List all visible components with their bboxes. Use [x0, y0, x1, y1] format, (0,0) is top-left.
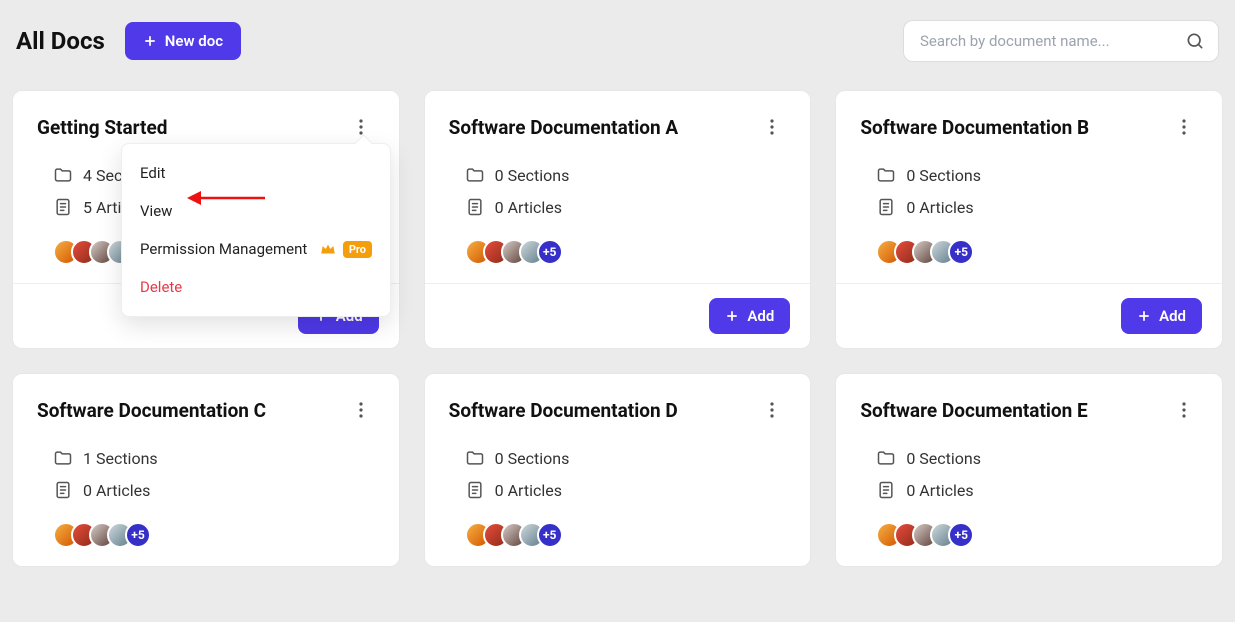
avatar-group: +5 [37, 522, 375, 548]
sections-label: 0 Sections [906, 166, 981, 185]
sections-stat: 0 Sections [876, 165, 1198, 185]
search-input[interactable] [903, 20, 1219, 62]
menu-label: View [140, 202, 172, 220]
document-icon [876, 197, 896, 217]
card-title: Software Documentation B [860, 116, 1089, 139]
folder-icon [465, 448, 485, 468]
card-menu-button[interactable] [1170, 396, 1198, 424]
avatar-more: +5 [537, 522, 563, 548]
search-container [903, 20, 1219, 62]
avatar-more: +5 [948, 239, 974, 265]
card-title: Getting Started [37, 116, 167, 139]
plus-icon [725, 309, 739, 323]
articles-label: 0 Articles [83, 481, 150, 500]
card-menu-button[interactable] [758, 113, 786, 141]
sections-label: 0 Sections [495, 166, 570, 185]
card-title: Software Documentation D [449, 399, 678, 422]
doc-card: Software Documentation B 0 Sections 0 Ar… [835, 90, 1223, 349]
articles-stat: 0 Articles [465, 197, 787, 217]
dots-vertical-icon [770, 402, 774, 418]
menu-item-view[interactable]: View [122, 192, 390, 230]
articles-stat: 0 Articles [876, 197, 1198, 217]
document-icon [465, 197, 485, 217]
document-icon [876, 480, 896, 500]
card-menu-button[interactable] [1170, 113, 1198, 141]
folder-icon [53, 165, 73, 185]
doc-card: Software Documentation C 1 Sections 0 Ar… [12, 373, 400, 567]
doc-card: Software Documentation D 0 Sections 0 Ar… [424, 373, 812, 567]
document-icon [53, 480, 73, 500]
menu-label: Permission Management [140, 240, 307, 258]
pro-badge: Pro [343, 241, 372, 258]
search-icon [1185, 31, 1205, 51]
articles-label: 0 Articles [495, 198, 562, 217]
card-dropdown: Edit View Permission Management Pro Dele… [121, 143, 391, 317]
document-icon [465, 480, 485, 500]
dots-vertical-icon [1182, 402, 1186, 418]
sections-stat: 1 Sections [53, 448, 375, 468]
docs-grid: Getting Started 4 Sections 5 Articles [12, 90, 1223, 567]
document-icon [53, 197, 73, 217]
add-button[interactable]: Add [1121, 298, 1202, 334]
card-menu-button[interactable] [347, 396, 375, 424]
folder-icon [876, 165, 896, 185]
card-menu-button[interactable] [758, 396, 786, 424]
articles-stat: 0 Articles [465, 480, 787, 500]
articles-label: 0 Articles [906, 481, 973, 500]
crown-icon [319, 240, 337, 258]
articles-label: 0 Articles [906, 198, 973, 217]
page-header: All Docs New doc [12, 20, 1223, 62]
menu-label: Edit [140, 164, 165, 182]
folder-icon [876, 448, 896, 468]
plus-icon [143, 34, 157, 48]
header-left: All Docs New doc [16, 22, 241, 60]
new-doc-button[interactable]: New doc [125, 22, 241, 60]
articles-stat: 0 Articles [53, 480, 375, 500]
page-title: All Docs [16, 27, 105, 55]
dots-vertical-icon [1182, 119, 1186, 135]
pro-badges: Pro [319, 240, 372, 258]
folder-icon [53, 448, 73, 468]
sections-stat: 0 Sections [465, 165, 787, 185]
add-label: Add [1159, 307, 1186, 325]
menu-item-delete[interactable]: Delete [122, 268, 390, 306]
menu-label: Delete [140, 278, 182, 296]
doc-card: Software Documentation A 0 Sections 0 Ar… [424, 90, 812, 349]
avatar-group: +5 [449, 239, 787, 265]
avatar-more: +5 [948, 522, 974, 548]
avatar-group: +5 [860, 522, 1198, 548]
dots-vertical-icon [770, 119, 774, 135]
card-title: Software Documentation C [37, 399, 266, 422]
dots-vertical-icon [359, 119, 363, 135]
add-label: Add [747, 307, 774, 325]
new-doc-label: New doc [165, 32, 223, 50]
sections-stat: 0 Sections [465, 448, 787, 468]
plus-icon [1137, 309, 1151, 323]
dots-vertical-icon [359, 402, 363, 418]
card-title: Software Documentation E [860, 399, 1087, 422]
menu-item-edit[interactable]: Edit [122, 154, 390, 192]
avatar-group: +5 [860, 239, 1198, 265]
avatar-group: +5 [449, 522, 787, 548]
folder-icon [465, 165, 485, 185]
sections-label: 0 Sections [495, 449, 570, 468]
card-title: Software Documentation A [449, 116, 678, 139]
articles-stat: 0 Articles [876, 480, 1198, 500]
doc-card: Getting Started 4 Sections 5 Articles [12, 90, 400, 349]
doc-card: Software Documentation E 0 Sections 0 Ar… [835, 373, 1223, 567]
avatar-more: +5 [125, 522, 151, 548]
sections-label: 0 Sections [906, 449, 981, 468]
avatar-more: +5 [537, 239, 563, 265]
sections-stat: 0 Sections [876, 448, 1198, 468]
sections-label: 1 Sections [83, 449, 158, 468]
menu-item-permission[interactable]: Permission Management Pro [122, 230, 390, 268]
articles-label: 0 Articles [495, 481, 562, 500]
add-button[interactable]: Add [709, 298, 790, 334]
